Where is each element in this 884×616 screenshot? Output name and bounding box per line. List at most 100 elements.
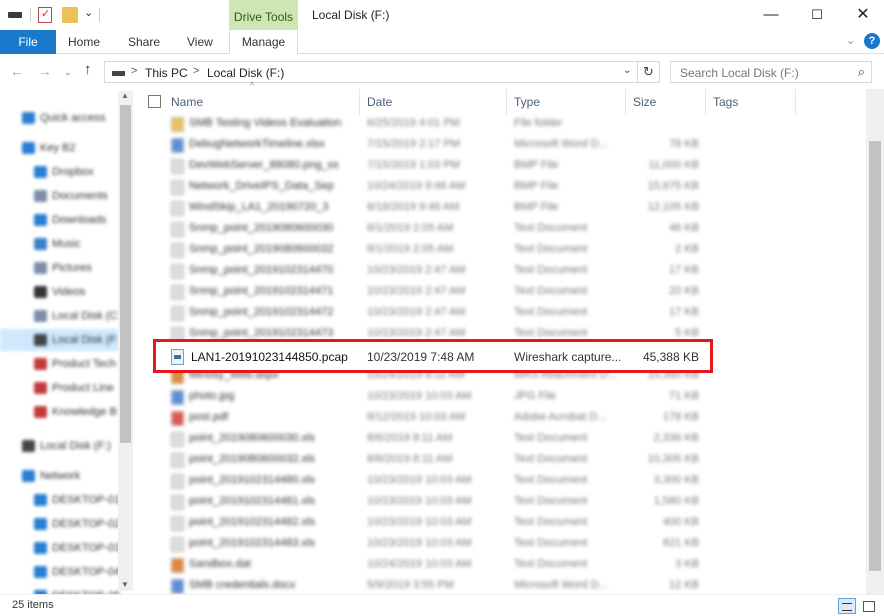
address-history-dropdown-icon[interactable]: ⌄: [623, 65, 631, 76]
file-list-scrollbar-thumb[interactable]: [869, 141, 881, 571]
file-row[interactable]: SMB Testing Videos Evaluation 6/25/2019 4…: [133, 114, 773, 135]
new-folder-icon[interactable]: [62, 7, 78, 23]
select-all-checkbox[interactable]: [148, 95, 161, 108]
column-header-date[interactable]: Date: [367, 89, 392, 115]
file-row[interactable]: Sandbox.dat 10/24/2019 10:03 AM Text Docum…: [133, 555, 773, 576]
help-icon[interactable]: ?: [864, 33, 880, 49]
forward-button[interactable]: →: [38, 63, 52, 79]
breadcrumb-separator[interactable]: >: [193, 65, 199, 77]
customize-toolbar-chevron-icon[interactable]: ⌄: [84, 6, 100, 22]
file-name: Snmp_point_2019102314471: [189, 285, 334, 297]
recent-locations-icon[interactable]: ⌄: [64, 67, 72, 78]
nav-item[interactable]: Downloads: [0, 209, 118, 231]
file-list-scrollbar[interactable]: [866, 89, 884, 594]
nav-item[interactable]: Pictures: [0, 257, 118, 279]
properties-icon[interactable]: [38, 7, 52, 23]
tab-share[interactable]: Share: [128, 30, 160, 54]
nav-scrollbar[interactable]: ▲ ▼: [118, 91, 133, 591]
breadcrumb-local-disk[interactable]: Local Disk (F:): [207, 66, 284, 80]
nav-item-label: DESKTOP-01: [52, 494, 121, 506]
tab-view[interactable]: View: [187, 30, 213, 54]
file-icon: [171, 537, 184, 552]
file-row[interactable]: point_2019080600032.xls 8/6/2019 8:11 AM T…: [133, 450, 773, 471]
search-input[interactable]: Search Local Disk (F:) ⌕: [670, 61, 872, 83]
nav-item[interactable]: Quick access: [0, 107, 118, 129]
nav-item[interactable]: Product Tech: [0, 353, 118, 375]
file-name: point_2019080600032.xls: [189, 453, 316, 465]
maximize-button[interactable]: ☐: [794, 0, 840, 30]
close-button[interactable]: ✕: [840, 0, 884, 30]
file-row[interactable]: DebugNetworkTimeline.xlsx 7/15/2019 2:17 …: [133, 135, 773, 156]
nav-item[interactable]: Dropbox: [0, 161, 118, 183]
column-header-tags[interactable]: Tags: [713, 89, 738, 115]
column-divider[interactable]: [705, 89, 706, 115]
drive-icon[interactable]: [8, 12, 22, 18]
nav-item-icon: [34, 494, 47, 506]
nav-item[interactable]: Knowledge B: [0, 401, 118, 423]
file-type: Text Document: [514, 432, 588, 444]
column-divider[interactable]: [625, 89, 626, 115]
nav-item[interactable]: DESKTOP-02: [0, 513, 120, 535]
nav-item[interactable]: Music: [0, 233, 118, 255]
column-header-size[interactable]: Size: [633, 89, 656, 115]
details-view-icon[interactable]: [838, 598, 856, 614]
nav-item[interactable]: Key B2: [0, 137, 118, 159]
file-row[interactable]: point_2019102314481.xls 10/23/2019 10:03 …: [133, 492, 773, 513]
column-divider[interactable]: [359, 89, 360, 115]
nav-item[interactable]: Product Line: [0, 377, 118, 399]
nav-item-icon: [34, 358, 47, 370]
scroll-down-arrow-icon[interactable]: ▼: [121, 580, 129, 589]
minimize-button[interactable]: —: [748, 0, 794, 30]
nav-item[interactable]: Network: [0, 465, 118, 487]
back-button[interactable]: ←: [10, 63, 24, 79]
tab-home[interactable]: Home: [68, 30, 100, 54]
file-name: point_2019102314481.xls: [189, 495, 316, 507]
nav-item[interactable]: Videos: [0, 281, 118, 303]
file-row[interactable]: Network_DriveIPS_Data_Sep 10/24/2019 9:46…: [133, 177, 773, 198]
tab-file[interactable]: File: [0, 30, 56, 54]
column-divider[interactable]: [795, 89, 796, 115]
file-date: 8/1/2019 2:05 AM: [367, 222, 454, 234]
file-row[interactable]: point_2019080600030.xls 8/6/2019 8:11 AM T…: [133, 429, 773, 450]
nav-item[interactable]: Local Disk (C:): [0, 305, 124, 327]
nav-item[interactable]: DESKTOP-04: [0, 561, 120, 583]
large-icons-view-icon[interactable]: [860, 598, 878, 614]
breadcrumb-this-pc[interactable]: This PC: [145, 66, 188, 80]
search-icon[interactable]: ⌕: [858, 64, 865, 80]
column-header-name[interactable]: Name: [171, 89, 203, 115]
column-header-type[interactable]: Type: [514, 89, 540, 115]
highlighted-file-row[interactable]: LAN1-20191023144850.pcap 10/23/2019 7:48…: [153, 339, 713, 373]
file-row[interactable]: Snmp_point_2019080600030 8/1/2019 2:05 AM…: [133, 219, 773, 240]
nav-item-label: Quick access: [40, 112, 106, 124]
file-row[interactable]: DevWebServer_88080.png_ss 7/15/2019 1:03 …: [133, 156, 773, 177]
nav-item[interactable]: DESKTOP-01: [0, 489, 121, 511]
nav-item[interactable]: Documents: [0, 185, 118, 207]
column-divider[interactable]: [506, 89, 507, 115]
nav-item[interactable]: Local Disk (F:): [0, 435, 118, 457]
breadcrumb-separator[interactable]: >: [131, 65, 137, 77]
nav-item-label: Documents: [52, 190, 108, 202]
nav-item[interactable]: Local Disk (F:): [0, 329, 123, 351]
file-row[interactable]: point_2019102314480.xls 10/23/2019 10:03 …: [133, 471, 773, 492]
file-row[interactable]: Snmp_point_2019102314472 10/23/2019 2:47 …: [133, 303, 773, 324]
file-row[interactable]: WindSkip_LA1_20190720_3 6/18/2019 9:46 AM…: [133, 198, 773, 219]
file-row[interactable]: photo.jpg 10/23/2019 10:03 AM JPG File 71 K…: [133, 387, 773, 408]
file-row[interactable]: Snmp_point_2019102314471 10/23/2019 2:47 …: [133, 282, 773, 303]
address-bar[interactable]: > This PC > Local Disk (F:) ⌄: [104, 61, 638, 83]
nav-scrollbar-thumb[interactable]: [120, 105, 131, 443]
scroll-up-arrow-icon[interactable]: ▲: [121, 91, 129, 100]
up-button[interactable]: ↑: [84, 61, 92, 78]
file-icon: [171, 453, 184, 468]
refresh-button[interactable]: ↻: [638, 61, 660, 83]
nav-item[interactable]: DESKTOP-03: [0, 537, 120, 559]
file-type: Text Document: [514, 306, 588, 318]
file-row[interactable]: Snmp_point_2019080600032 8/1/2019 2:05 AM…: [133, 240, 773, 261]
file-row[interactable]: point_2019102314483.xls 10/23/2019 10:03 …: [133, 534, 773, 555]
file-row[interactable]: point_2019102314482.xls 10/23/2019 10:03 …: [133, 513, 773, 534]
expand-ribbon-chevron-icon[interactable]: ⌄: [846, 34, 855, 47]
file-row[interactable]: Snmp_point_2019102314470 10/23/2019 2:47 …: [133, 261, 773, 282]
nav-item[interactable]: DESKTOP-05: [0, 585, 120, 594]
tab-manage[interactable]: Manage: [229, 30, 298, 54]
file-icon: [171, 474, 184, 489]
file-row[interactable]: post.pdf 8/12/2019 10:03 AM Adobe Acrobat …: [133, 408, 773, 429]
